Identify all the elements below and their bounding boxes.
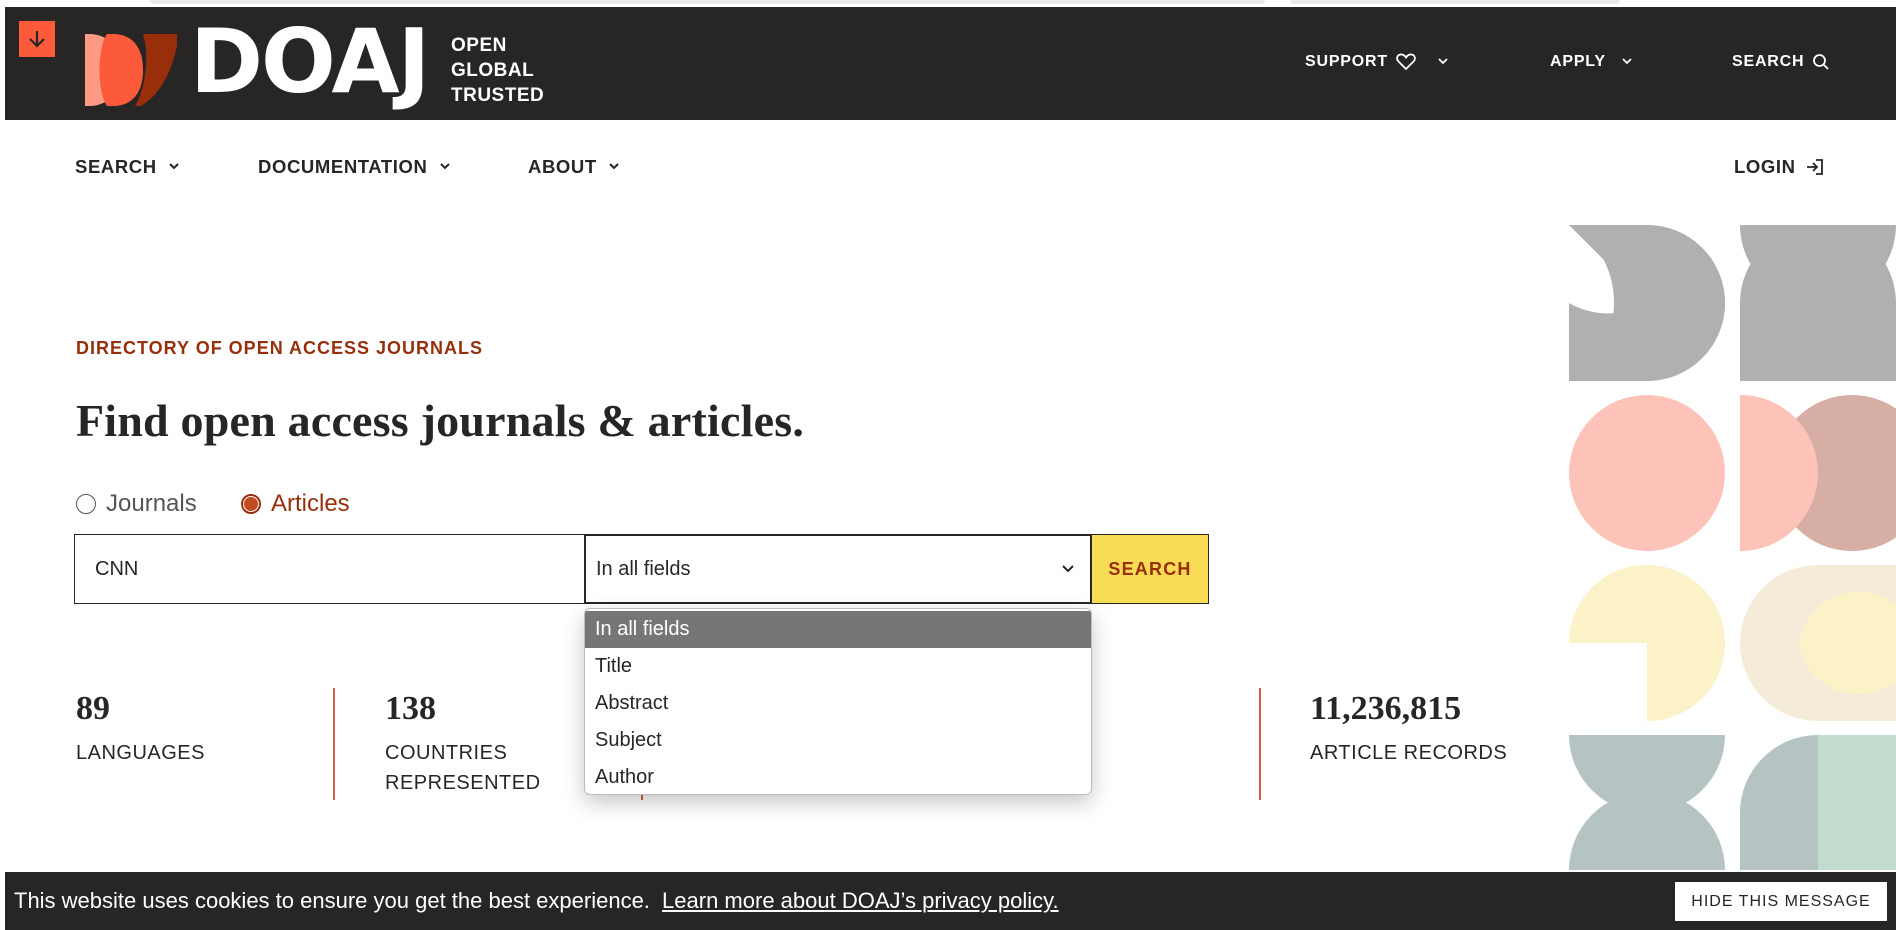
logo-tagline-trusted: TRUSTED	[451, 85, 545, 106]
secondary-nav: SEARCH DOCUMENTATION ABOUT LOGIN	[5, 120, 1896, 212]
subnav-search[interactable]: SEARCH	[75, 156, 181, 178]
logo-tagline-open: OPEN	[451, 35, 507, 56]
browser-tab-strip-secondary	[1290, 0, 1620, 4]
arrow-down-icon	[29, 31, 45, 48]
dropdown-option-all-fields[interactable]: In all fields	[585, 611, 1091, 648]
subnav-about-label: ABOUT	[528, 156, 597, 177]
logo-tagline-global: GLOBAL	[451, 60, 535, 81]
stat-label: ARTICLE RECORDS	[1310, 742, 1508, 764]
dropdown-option-abstract[interactable]: Abstract	[585, 685, 1091, 722]
radio-journals-circle[interactable]	[76, 494, 96, 514]
browser-chrome	[0, 0, 1896, 7]
nav-search[interactable]: SEARCH	[1732, 53, 1830, 71]
page-title: Find open access journals & articles.	[76, 395, 805, 446]
heart-icon	[1396, 53, 1416, 71]
doaj-logo-mark-icon	[85, 34, 177, 106]
nav-search-label: SEARCH	[1732, 53, 1805, 70]
radio-journals[interactable]: Journals	[76, 490, 197, 518]
search-input[interactable]: CNN	[74, 534, 585, 604]
sign-in-icon	[1806, 159, 1823, 175]
chevron-down-icon	[1438, 58, 1448, 65]
nav-support-label: SUPPORT	[1305, 53, 1388, 70]
radio-journals-label: Journals	[106, 490, 197, 517]
dropdown-option-author[interactable]: Author	[585, 759, 1091, 794]
site-header: DOAJ OPEN GLOBAL TRUSTED SUPPORT APPLY S…	[5, 7, 1896, 120]
stat-article-records: 11,236,815 ARTICLE RECORDS	[1310, 690, 1507, 768]
login-link[interactable]: LOGIN	[1734, 156, 1824, 178]
radio-articles-circle[interactable]	[241, 494, 261, 514]
search-button[interactable]: SEARCH	[1091, 534, 1209, 604]
login-label: LOGIN	[1734, 156, 1796, 177]
hero-eyebrow: DIRECTORY OF OPEN ACCESS JOURNALS	[76, 338, 484, 358]
stat-divider	[333, 688, 335, 800]
stat-number: 89	[76, 690, 110, 727]
doaj-logo-wordmark: DOAJ	[190, 10, 430, 113]
chevron-down-icon	[1622, 58, 1632, 65]
radio-articles-label: Articles	[271, 490, 350, 517]
hide-cookie-message-button[interactable]: HIDE THIS MESSAGE	[1675, 882, 1887, 921]
radio-articles[interactable]: Articles	[241, 490, 350, 518]
nav-support[interactable]: SUPPORT	[1305, 53, 1456, 71]
search-icon	[1813, 54, 1830, 70]
dropdown-option-subject[interactable]: Subject	[585, 722, 1091, 759]
subnav-documentation[interactable]: DOCUMENTATION	[258, 156, 452, 178]
subnav-about[interactable]: ABOUT	[528, 156, 621, 178]
privacy-policy-link[interactable]: Learn more about DOAJ’s privacy policy.	[662, 888, 1059, 913]
subnav-search-label: SEARCH	[75, 156, 157, 177]
stat-number: 138	[385, 690, 436, 727]
cookie-text: This website uses cookies to ensure you …	[14, 888, 1059, 914]
subnav-documentation-label: DOCUMENTATION	[258, 156, 428, 177]
stat-divider	[1259, 688, 1261, 800]
stat-label-line: REPRESENTED	[385, 772, 541, 794]
stat-number: 11,236,815	[1310, 690, 1462, 727]
stat-countries: 138 COUNTRIES REPRESENTED	[385, 690, 541, 798]
search-field-dropdown: In all fields Title Abstract Subject Aut…	[584, 608, 1092, 795]
nav-apply-label: APPLY	[1550, 53, 1606, 70]
chevron-down-icon	[1062, 565, 1074, 573]
search-input-value: CNN	[95, 557, 139, 580]
nav-apply[interactable]: APPLY	[1550, 53, 1640, 71]
cookie-banner: This website uses cookies to ensure you …	[5, 872, 1896, 930]
dropdown-option-title[interactable]: Title	[585, 648, 1091, 685]
chevron-down-icon	[169, 163, 179, 170]
search-field-select[interactable]: In all fields	[584, 534, 1092, 604]
stat-languages: 89 LANGUAGES	[76, 690, 205, 768]
logo-tagline: OPEN GLOBAL TRUSTED	[451, 33, 544, 108]
chevron-down-icon	[609, 163, 619, 170]
stat-label: COUNTRIES REPRESENTED	[385, 738, 541, 798]
search-field-selected: In all fields	[596, 557, 691, 580]
stat-label-line: COUNTRIES	[385, 742, 508, 764]
decorative-shapes	[1569, 225, 1896, 870]
skip-to-content-button[interactable]	[19, 21, 55, 57]
doaj-logo[interactable]: DOAJ OPEN GLOBAL TRUSTED	[85, 18, 555, 110]
browser-tab-strip	[150, 0, 1265, 4]
stat-label: LANGUAGES	[76, 742, 205, 764]
cookie-message: This website uses cookies to ensure you …	[14, 888, 650, 913]
chevron-down-icon	[439, 163, 450, 170]
